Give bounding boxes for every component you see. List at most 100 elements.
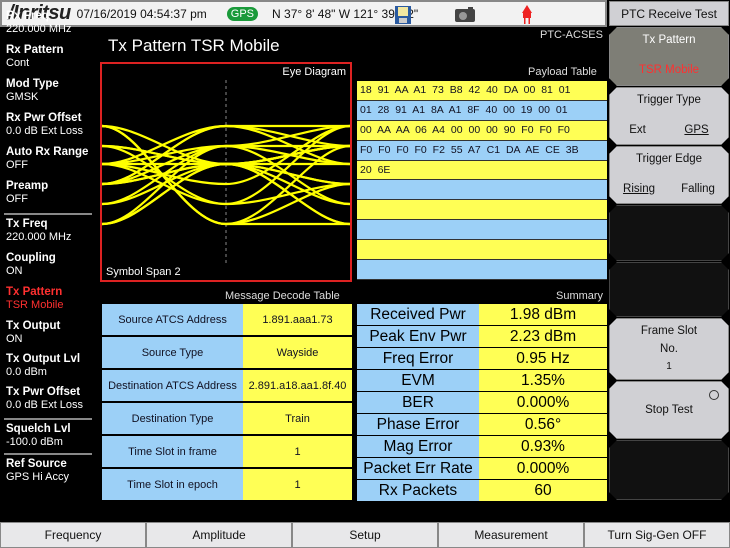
stop-test-button[interactable]: Stop Test [609, 381, 729, 439]
sidebar-divider [4, 453, 92, 455]
tx-pattern-value: TSR Mobile [638, 64, 700, 76]
sidebar-item-label: Tx Pwr Offset [6, 386, 81, 398]
frame-slot-value: 1 [666, 361, 672, 372]
sidebar-item-value: OFF [6, 159, 28, 171]
frame-slot-label: Frame Slot [640, 325, 698, 337]
frequency-button[interactable]: Frequency [0, 522, 146, 548]
measurement-button[interactable]: Measurement [438, 522, 584, 548]
sidebar-item-tx-pattern[interactable]: Tx Pattern TSR Mobile [6, 286, 63, 312]
frame-slot-button[interactable]: Frame Slot No. 1 [609, 318, 729, 380]
summary-value: 60 [479, 480, 607, 501]
sidebar-item-value: OFF [6, 193, 28, 205]
summary-value: 0.000% [479, 392, 607, 413]
summary-key: Freq Error [357, 348, 479, 369]
falling-option: Falling [681, 183, 715, 195]
sidebar-item-value: ON [6, 333, 23, 345]
tx-pattern-button[interactable]: Tx Pattern TSR Mobile [609, 27, 729, 86]
eye-diagram-panel: Eye Diagram Symbol Span 2 [100, 62, 352, 282]
empty-softkey-2 [609, 262, 729, 317]
summary-key: EVM [357, 370, 479, 391]
sidebar-item-mod-type[interactable]: Mod Type GMSK [6, 78, 59, 104]
summary-key: Mag Error [357, 436, 479, 457]
trigger-edge-button[interactable]: Trigger Edge Rising Falling [609, 146, 729, 204]
payload-row: 01 28 91 A1 8A A1 8F 40 00 19 00 01 [357, 100, 607, 121]
summary-value: 0.000% [479, 458, 607, 479]
summary-value: 0.95 Hz [479, 348, 607, 369]
payload-row: 18 91 AA A1 73 B8 42 40 DA 00 81 01 [357, 81, 607, 101]
decode-key: Time Slot in frame [102, 436, 243, 467]
sidebar-item-squelch-lvl[interactable]: Squelch Lvl -100.0 dBm [6, 423, 71, 449]
sidebar-item-value: 0.0 dB Ext Loss [6, 399, 84, 411]
sidebar-item-label: Coupling [6, 252, 56, 264]
save-icon[interactable] [394, 5, 412, 25]
sidebar-item-label: Squelch Lvl [6, 423, 71, 435]
status-indicator-icon [709, 390, 719, 400]
summary-row: Packet Err Rate 0.000% [357, 458, 607, 480]
decode-key: Destination ATCS Address [102, 370, 243, 401]
decode-value: 1 [243, 469, 352, 500]
summary-value: 0.56° [479, 414, 607, 435]
summary-key: Packet Err Rate [357, 458, 479, 479]
sidebar-item-tx-output-lvl[interactable]: Tx Output Lvl 0.0 dBm [6, 353, 80, 379]
decode-row: Time Slot in frame 1 [102, 436, 352, 469]
amplitude-button[interactable]: Amplitude [146, 522, 292, 548]
sidebar-item-rx-pattern[interactable]: Rx Pattern Cont [6, 44, 64, 70]
sidebar-item-value: 220.000 MHz [6, 231, 72, 243]
bottom-menu-bar: Frequency Amplitude Setup Measurement Tu… [0, 522, 730, 548]
decode-key: Source ATCS Address [102, 304, 243, 335]
decode-value: Train [243, 403, 352, 434]
gps-badge: GPS [226, 6, 259, 21]
trigger-type-button[interactable]: Trigger Type Ext GPS [609, 87, 729, 145]
decode-row: Source Type Wayside [102, 337, 352, 370]
decode-row: Destination Type Train [102, 403, 352, 436]
trigger-type-label: Trigger Type [637, 94, 701, 106]
payload-table: 18 91 AA A1 73 B8 42 40 DA 00 81 01 01 28… [357, 81, 607, 280]
sidebar-item-rx-freq[interactable]: Rx Freq 220.000 MHz [6, 10, 71, 36]
sidebar-item-value: TSR Mobile [6, 299, 64, 311]
status-bar: /Inritsu 07/16/2019 04:54:37 pm GPS N 37… [0, 0, 607, 27]
summary-row: Phase Error 0.56° [357, 414, 607, 436]
payload-row [357, 220, 607, 241]
decode-value: 1 [243, 436, 352, 467]
sidebar-item-label: Rx Pattern [6, 44, 64, 56]
summary-key: Received Pwr [357, 304, 479, 325]
sidebar-item-tx-freq[interactable]: Tx Freq 220.000 MHz [6, 218, 71, 244]
trigger-ext-option: Ext [629, 124, 646, 136]
rising-option: Rising [623, 183, 655, 195]
datetime: 07/16/2019 04:54:37 pm [76, 6, 207, 21]
setup-button[interactable]: Setup [292, 522, 438, 548]
sidebar-item-preamp[interactable]: Preamp OFF [6, 180, 48, 206]
sidebar-item-tx-output[interactable]: Tx Output ON [6, 320, 60, 346]
sidebar-item-auto-rx-range[interactable]: Auto Rx Range OFF [6, 146, 88, 172]
decode-key: Source Type [102, 337, 243, 368]
sidebar-item-value: 0.0 dBm [6, 366, 47, 378]
summary-row: Mag Error 0.93% [357, 436, 607, 458]
tx-pattern-label: Tx Pattern [642, 34, 696, 46]
sidebar-item-rx-pwr-offset[interactable]: Rx Pwr Offset 0.0 dB Ext Loss [6, 112, 83, 138]
sidebar-item-label: Tx Output [6, 320, 61, 332]
eye-diagram-plot [102, 80, 350, 264]
summary-row: Peak Env Pwr 2.23 dBm [357, 326, 607, 348]
sidebar-item-coupling[interactable]: Coupling ON [6, 252, 56, 278]
sidebar-item-label: Tx Output Lvl [6, 353, 81, 365]
sidebar-item-ref-source[interactable]: Ref Source GPS Hi Accy [6, 458, 69, 484]
power-plug-icon [522, 5, 532, 24]
turn-sig-gen-off-button[interactable]: Turn Sig-Gen OFF [584, 522, 730, 548]
sidebar-item-label: Tx Pattern [6, 286, 63, 298]
payload-row: 20 6E [357, 160, 607, 181]
decode-row: Source ATCS Address 1.891.aaa1.73 [102, 304, 352, 337]
sidebar-divider [4, 418, 92, 420]
summary-row: BER 0.000% [357, 392, 607, 414]
camera-icon[interactable] [454, 5, 476, 23]
sidebar-item-value: Cont [6, 57, 30, 69]
menu-title: PTC Receive Test [609, 1, 729, 26]
sidebar-item-tx-pwr-offset[interactable]: Tx Pwr Offset 0.0 dB Ext Loss [6, 386, 83, 412]
summary-key: Peak Env Pwr [357, 326, 479, 347]
empty-softkey-3 [609, 440, 729, 500]
sidebar-item-label: Preamp [6, 180, 49, 192]
sidebar-item-value: ON [6, 265, 23, 277]
decode-value: Wayside [243, 337, 352, 368]
decode-table-title: Message Decode Table [225, 290, 340, 302]
sidebar-item-value: 220.000 MHz [6, 23, 72, 35]
payload-row [357, 180, 607, 201]
